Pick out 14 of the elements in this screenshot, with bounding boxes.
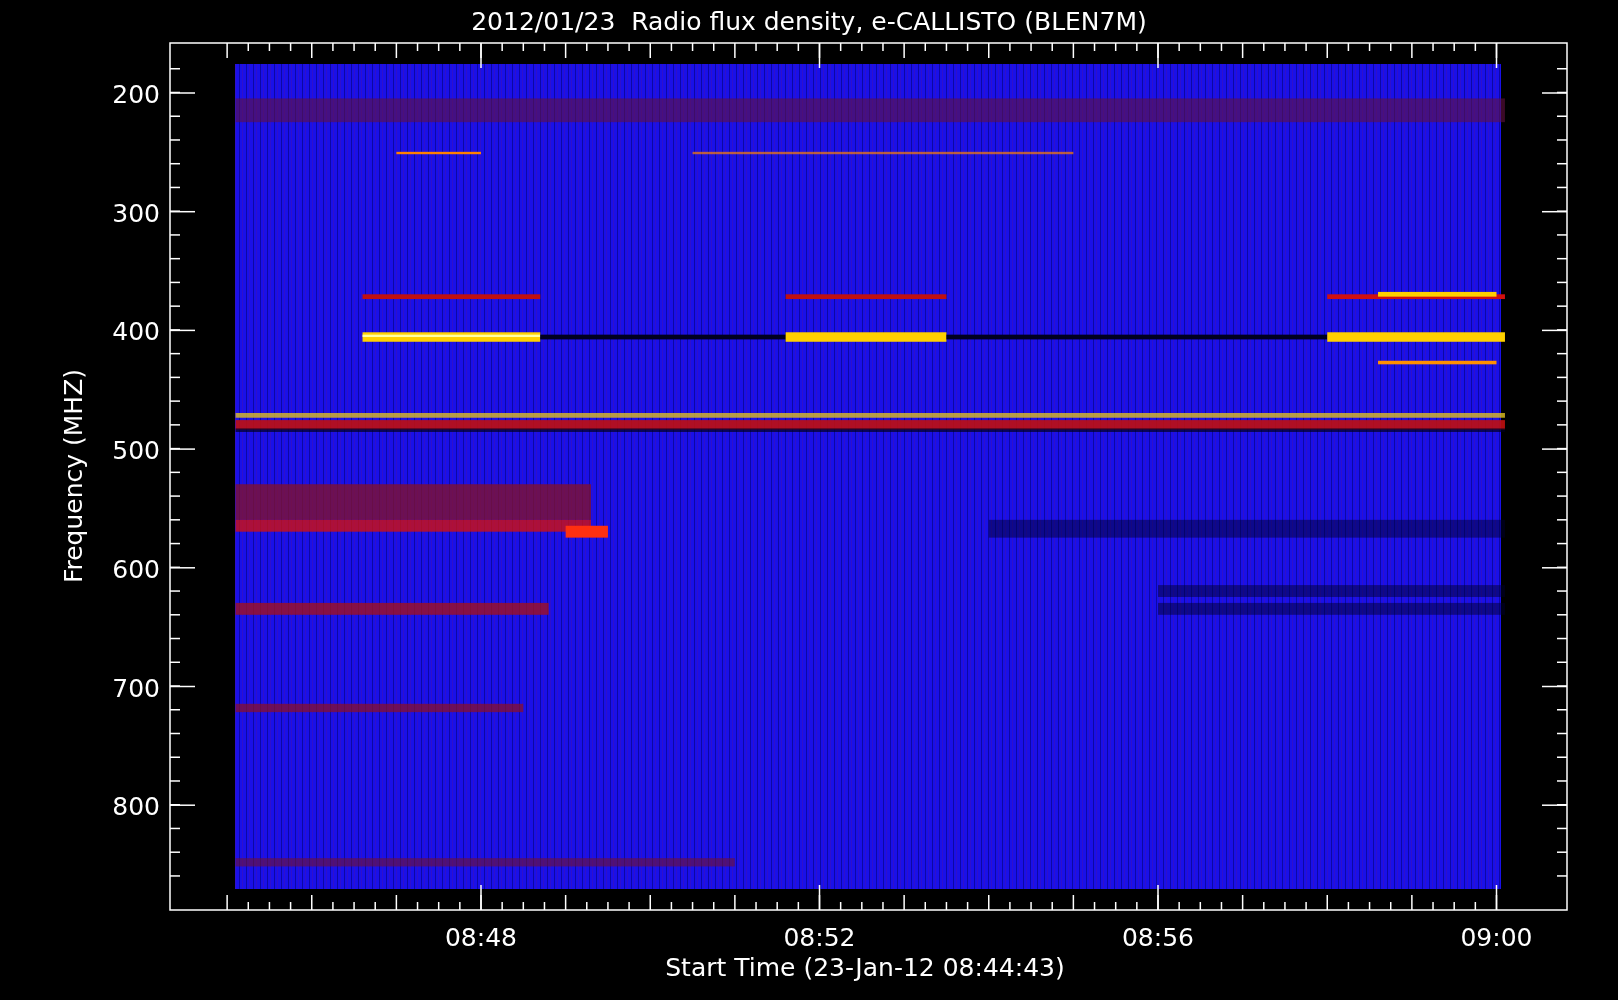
y-tick-label: 600 [112,554,160,584]
y-tick-label: 500 [112,436,160,466]
y-tick-label: 200 [112,80,160,109]
y-tick-label: 300 [112,198,160,228]
y-tick-label: 800 [112,792,160,822]
x-tick-label: 08:48 [445,923,517,952]
x-tick-label: 08:52 [783,923,856,952]
y-tick-label: 700 [112,673,160,703]
chart-title: 2012/01/23 Radio flux density, e-CALLISTO (BLEN7M) [471,7,1147,36]
x-tick-label: 09:00 [1460,923,1533,952]
x-axis-label: Start Time (23-Jan-12 08:44:43) [665,953,1065,982]
y-tick-label: 400 [112,317,160,347]
x-tick-label: 08:56 [1122,923,1194,952]
y-axis-label: Frequency (MHZ) [59,368,88,584]
